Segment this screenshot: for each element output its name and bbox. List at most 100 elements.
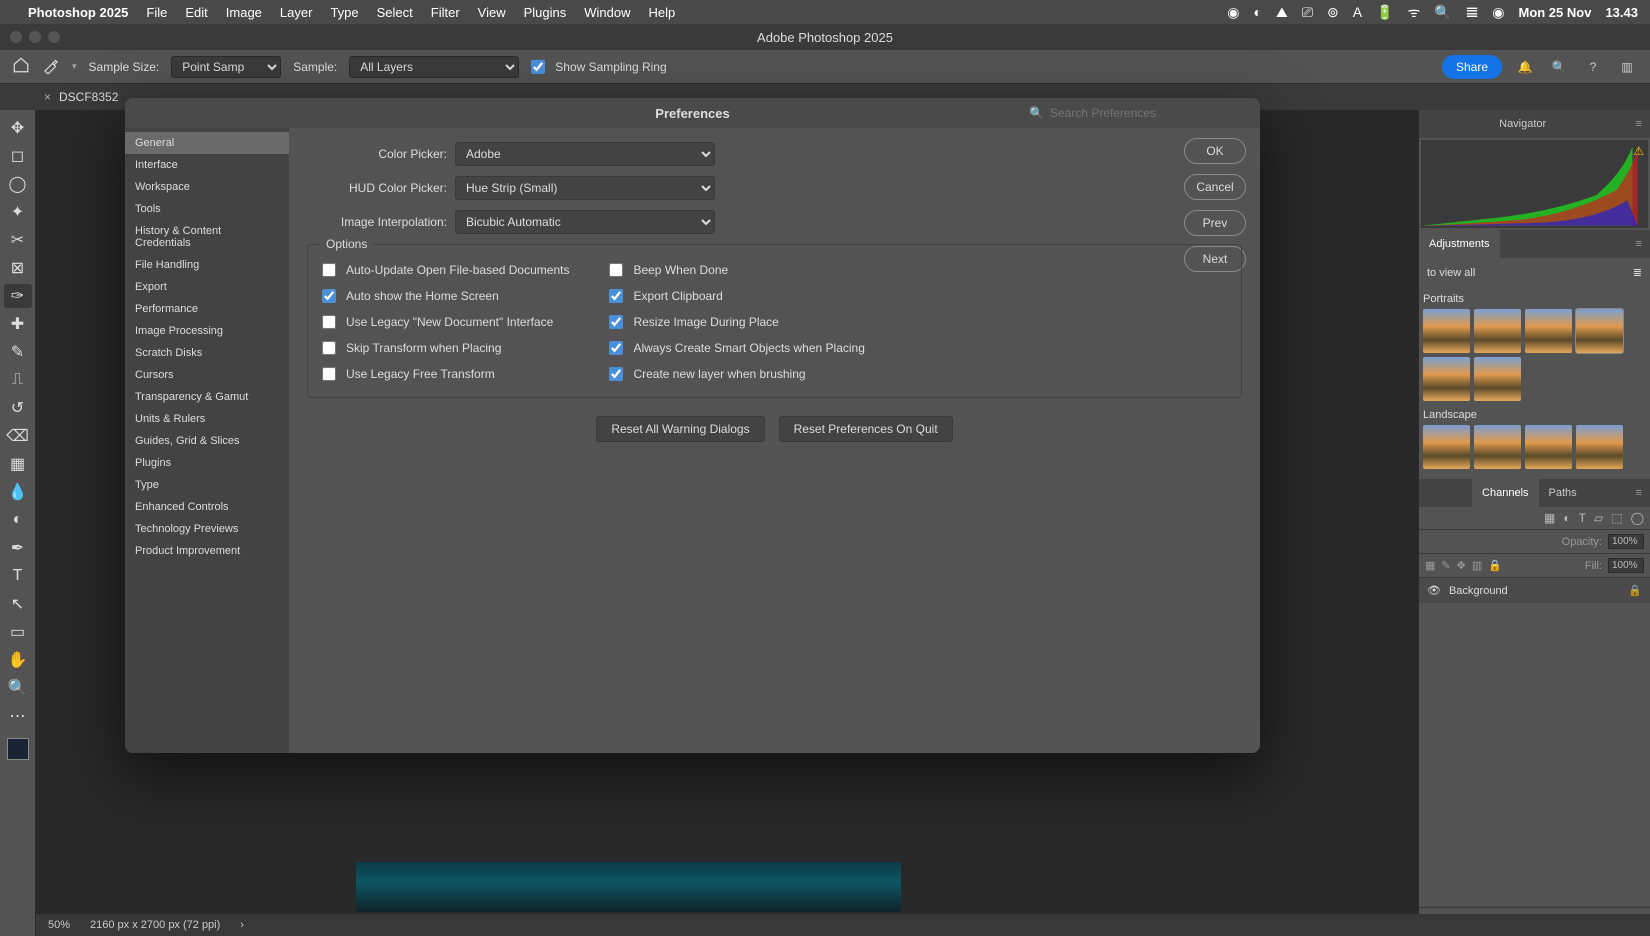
prefs-category-transparency-gamut[interactable]: Transparency & Gamut	[125, 386, 289, 408]
traffic-zoom[interactable]	[48, 31, 60, 43]
stamp-tool[interactable]: ⎍	[4, 368, 32, 392]
prefs-category-technology-previews[interactable]: Technology Previews	[125, 518, 289, 540]
skip-transform-checkbox[interactable]: Skip Transform when Placing	[322, 341, 569, 355]
siri-icon[interactable]: ◉	[1492, 4, 1504, 21]
histogram-warning-icon[interactable]: ⚠	[1633, 144, 1644, 158]
prev-button[interactable]: Prev	[1184, 210, 1246, 236]
gradient-tool[interactable]: ▦	[4, 452, 32, 476]
export-clipboard-checkbox[interactable]: Export Clipboard	[609, 289, 864, 303]
resize-place-checkbox[interactable]: Resize Image During Place	[609, 315, 864, 329]
prefs-category-image-processing[interactable]: Image Processing	[125, 320, 289, 342]
menu-view[interactable]: View	[478, 5, 506, 20]
layers-menu-icon[interactable]: ≡	[1628, 487, 1650, 499]
eyedropper-dropdown-icon[interactable]: ▾	[72, 61, 77, 72]
preset-thumb[interactable]	[1474, 309, 1521, 353]
status-chevron-icon[interactable]: ›	[240, 919, 244, 931]
tab-navigator[interactable]: Navigator	[1489, 110, 1556, 138]
eyedropper-tool[interactable]: ✑	[4, 284, 32, 308]
cancel-button[interactable]: Cancel	[1184, 174, 1246, 200]
battery-icon[interactable]: 🔋	[1376, 4, 1393, 21]
prefs-category-interface[interactable]: Interface	[125, 154, 289, 176]
show-sampling-ring-checkbox[interactable]: Show Sampling Ring	[531, 60, 666, 74]
sample-size-select[interactable]: Point Sample	[171, 56, 281, 78]
lock-all-icon[interactable]: 🔒	[1488, 559, 1502, 572]
filter-shape-icon[interactable]: ▱	[1594, 511, 1603, 525]
hud-color-picker-select[interactable]: Hue Strip (Small)	[455, 176, 715, 200]
prefs-category-workspace[interactable]: Workspace	[125, 176, 289, 198]
color-picker-select[interactable]: Adobe	[455, 142, 715, 166]
blur-tool[interactable]: 💧	[4, 480, 32, 504]
menu-edit[interactable]: Edit	[185, 5, 207, 20]
document-tab[interactable]: × DSCF8352	[44, 90, 118, 104]
marquee-tool[interactable]: ◻	[4, 144, 32, 168]
tab-channels[interactable]: Channels	[1472, 479, 1538, 507]
prefs-category-plugins[interactable]: Plugins	[125, 452, 289, 474]
pen-tool[interactable]: ✒	[4, 536, 32, 560]
control-center-icon[interactable]: 𝌆	[1466, 4, 1479, 21]
type-tool[interactable]: T	[4, 564, 32, 588]
menu-file[interactable]: File	[146, 5, 167, 20]
preset-thumb[interactable]	[1525, 309, 1572, 353]
layer-visibility-icon[interactable]: 👁	[1427, 584, 1441, 597]
filter-adjust-icon[interactable]: ◐	[1563, 511, 1570, 525]
lock-position-icon[interactable]: ✥	[1457, 559, 1466, 572]
preset-thumb[interactable]	[1525, 425, 1572, 469]
show-sampling-ring-input[interactable]	[531, 60, 545, 74]
preset-thumb[interactable]	[1576, 425, 1623, 469]
workspace-icon[interactable]: ▥	[1616, 60, 1638, 74]
move-tool[interactable]: ✥	[4, 116, 32, 140]
dodge-tool[interactable]: ◐	[4, 508, 32, 532]
menu-filter[interactable]: Filter	[431, 5, 460, 20]
status-icon-2[interactable]: ⎚	[1302, 4, 1313, 21]
frame-tool[interactable]: ⊠	[4, 256, 32, 280]
preset-thumb[interactable]	[1576, 309, 1623, 353]
panel-menu-icon[interactable]: ≡	[1628, 118, 1650, 130]
tab-adjustments[interactable]: Adjustments	[1419, 230, 1500, 258]
prefs-category-enhanced-controls[interactable]: Enhanced Controls	[125, 496, 289, 518]
spotlight-icon[interactable]: 🔍	[1434, 4, 1451, 21]
wand-tool[interactable]: ✦	[4, 200, 32, 224]
prefs-category-units-rulers[interactable]: Units & Rulers	[125, 408, 289, 430]
smart-obj-checkbox[interactable]: Always Create Smart Objects when Placing	[609, 341, 864, 355]
prefs-category-export[interactable]: Export	[125, 276, 289, 298]
zoom-level[interactable]: 50%	[48, 919, 70, 931]
layer-row[interactable]: 👁 Background 🔒	[1419, 578, 1650, 603]
prefs-category-performance[interactable]: Performance	[125, 298, 289, 320]
status-icon-1[interactable]: ◐	[1254, 4, 1262, 20]
prefs-category-type[interactable]: Type	[125, 474, 289, 496]
menu-help[interactable]: Help	[649, 5, 676, 20]
path-tool[interactable]: ↖	[4, 592, 32, 616]
adjustments-menu-icon[interactable]: ≡	[1628, 238, 1650, 250]
traffic-close[interactable]	[10, 31, 22, 43]
traffic-minimize[interactable]	[29, 31, 41, 43]
preset-thumb[interactable]	[1423, 425, 1470, 469]
beep-checkbox[interactable]: Beep When Done	[609, 263, 864, 277]
menubar-date[interactable]: Mon 25 Nov	[1518, 5, 1591, 20]
prefs-category-scratch-disks[interactable]: Scratch Disks	[125, 342, 289, 364]
preferences-search-input[interactable]	[1050, 106, 1250, 120]
lock-transparent-icon[interactable]: ▦	[1425, 559, 1435, 572]
preset-thumb[interactable]	[1474, 425, 1521, 469]
notifications-icon[interactable]: 🔔	[1514, 60, 1536, 74]
eyedropper-tool-icon[interactable]	[42, 56, 60, 77]
list-view-icon[interactable]: ≣	[1633, 266, 1642, 279]
prefs-category-guides-grid-slices[interactable]: Guides, Grid & Slices	[125, 430, 289, 452]
tab-paths[interactable]: Paths	[1539, 479, 1587, 507]
prefs-category-product-improvement[interactable]: Product Improvement	[125, 540, 289, 562]
preset-thumb[interactable]	[1423, 309, 1470, 353]
more-tools[interactable]: ⋯	[4, 704, 32, 728]
wifi-icon[interactable]: ᯤ	[1407, 3, 1420, 22]
fill-input[interactable]	[1608, 558, 1644, 573]
new-layer-brush-checkbox[interactable]: Create new layer when brushing	[609, 367, 864, 381]
document-dimensions[interactable]: 2160 px x 2700 px (72 ppi)	[90, 919, 220, 931]
filter-toggle-icon[interactable]: ◯	[1631, 511, 1644, 525]
eraser-tool[interactable]: ⌫	[4, 424, 32, 448]
account-icon[interactable]: ⊚	[1327, 4, 1339, 21]
reset-on-quit-button[interactable]: Reset Preferences On Quit	[779, 416, 953, 442]
zoom-tool[interactable]: 🔍	[4, 676, 32, 700]
prefs-category-general[interactable]: General	[125, 132, 289, 154]
cc-icon[interactable]: ◉	[1227, 4, 1239, 21]
crop-tool[interactable]: ✂	[4, 228, 32, 252]
menu-plugins[interactable]: Plugins	[524, 5, 567, 20]
menu-type[interactable]: Type	[330, 5, 358, 20]
